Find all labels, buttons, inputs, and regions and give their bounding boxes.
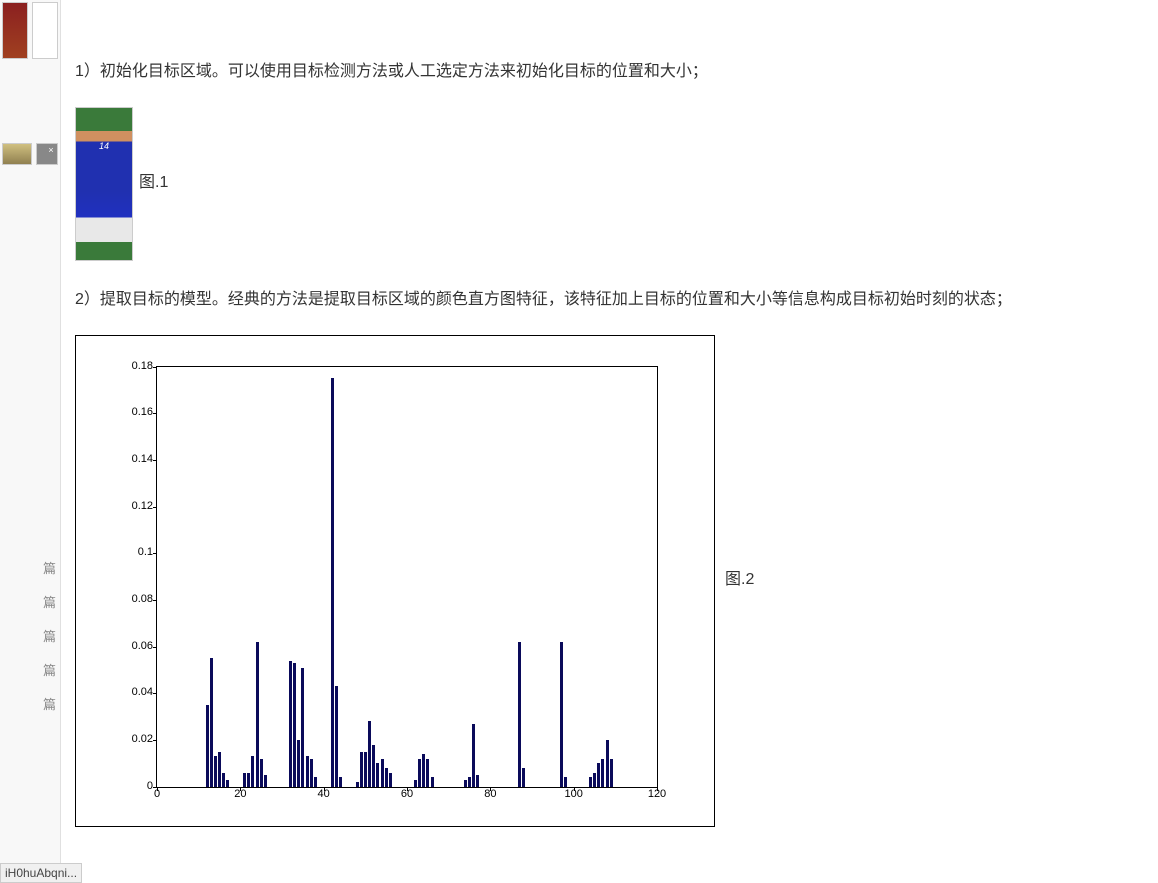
histogram-bar	[610, 759, 613, 787]
histogram-bar	[368, 721, 371, 786]
histogram-bar	[589, 777, 592, 786]
y-tick-label: 0.16	[117, 403, 153, 423]
histogram-bar	[593, 773, 596, 787]
thumbnail-row-1	[0, 0, 60, 61]
histogram-bar	[372, 745, 375, 787]
histogram-bar	[464, 780, 467, 787]
thumbnail-1[interactable]	[2, 2, 28, 59]
histogram-bar	[385, 768, 388, 787]
thumbnail-close[interactable]: ×	[36, 143, 58, 165]
figure-2-caption: 图.2	[725, 566, 754, 595]
histogram-bar	[260, 759, 263, 787]
histogram-bar	[339, 777, 342, 786]
left-sidebar: × 篇 篇 篇 篇 篇	[0, 0, 61, 883]
histogram-bar	[310, 759, 313, 787]
histogram-bar	[356, 782, 359, 787]
y-tick-label: 0	[117, 777, 153, 797]
status-bar: iH0huAbqni...	[0, 863, 82, 883]
figure-1-wrap: 14 图.1	[75, 107, 1145, 261]
histogram-bar	[414, 780, 417, 787]
histogram-bar	[206, 705, 209, 787]
histogram-bar	[431, 777, 434, 786]
figure-2-wrap: 00.020.040.060.080.10.120.140.160.180204…	[75, 335, 1145, 827]
sidebar-item[interactable]: 篇	[43, 592, 56, 611]
chart-outer-frame: 00.020.040.060.080.10.120.140.160.180204…	[75, 335, 715, 827]
histogram-bar	[364, 752, 367, 787]
y-tick-label: 0.06	[117, 637, 153, 657]
main-content: 1）初始化目标区域。可以使用目标检测方法或人工选定方法来初始化目标的位置和大小；…	[75, 50, 1145, 827]
histogram-bar	[264, 775, 267, 787]
histogram-bar	[522, 768, 525, 787]
sidebar-item[interactable]: 篇	[43, 660, 56, 679]
histogram-bar	[306, 756, 309, 786]
histogram-bar	[210, 658, 213, 786]
histogram-bar	[468, 777, 471, 786]
sidebar-item[interactable]: 篇	[43, 558, 56, 577]
histogram-bar	[293, 663, 296, 787]
figure-1-image: 14	[75, 107, 133, 261]
histogram-bar	[381, 759, 384, 787]
y-tick-label: 0.04	[117, 683, 153, 703]
y-tick-label: 0.14	[117, 450, 153, 470]
histogram-chart: 00.020.040.060.080.10.120.140.160.180204…	[106, 356, 666, 816]
paragraph-2: 2）提取目标的模型。经典的方法是提取目标区域的颜色直方图特征，该特征加上目标的位…	[75, 286, 1145, 315]
histogram-bar	[222, 773, 225, 787]
histogram-bar	[601, 759, 604, 787]
histogram-bar	[564, 777, 567, 786]
histogram-bar	[426, 759, 429, 787]
histogram-bar	[376, 763, 379, 786]
y-tick-label: 0.12	[117, 497, 153, 517]
histogram-bar	[218, 752, 221, 787]
jersey-number: 14	[99, 138, 109, 154]
histogram-bar	[226, 780, 229, 787]
histogram-bar	[360, 752, 363, 787]
y-tick-label: 0.02	[117, 730, 153, 750]
thumbnail-3[interactable]	[2, 143, 32, 165]
close-icon[interactable]: ×	[45, 144, 57, 156]
histogram-bar	[247, 773, 250, 787]
y-tick-label: 0.18	[117, 357, 153, 377]
histogram-bar	[301, 668, 304, 787]
histogram-bar	[606, 740, 609, 787]
y-tick-label: 0.08	[117, 590, 153, 610]
histogram-bar	[476, 775, 479, 787]
histogram-bar	[472, 724, 475, 787]
histogram-bar	[314, 777, 317, 786]
histogram-bar	[560, 642, 563, 787]
histogram-bar	[256, 642, 259, 787]
histogram-bar	[297, 740, 300, 787]
histogram-bar	[422, 754, 425, 787]
histogram-bar	[243, 773, 246, 787]
histogram-bar	[418, 759, 421, 787]
histogram-bar	[389, 773, 392, 787]
histogram-bar	[214, 756, 217, 786]
histogram-bar	[289, 661, 292, 787]
sidebar-item[interactable]: 篇	[43, 626, 56, 645]
thumbnail-2[interactable]	[32, 2, 58, 59]
plot-area: 00.020.040.060.080.10.120.140.160.180204…	[156, 366, 658, 788]
histogram-bar	[251, 756, 254, 786]
y-tick-label: 0.1	[117, 543, 153, 563]
paragraph-1: 1）初始化目标区域。可以使用目标检测方法或人工选定方法来初始化目标的位置和大小；	[75, 58, 1145, 87]
figure-1-caption: 图.1	[139, 169, 168, 198]
histogram-bar	[331, 378, 334, 786]
histogram-bar	[518, 642, 521, 787]
sidebar-item[interactable]: 篇	[43, 694, 56, 713]
histogram-bar	[335, 686, 338, 786]
histogram-bar	[597, 763, 600, 786]
thumbnail-row-2: ×	[0, 141, 60, 167]
